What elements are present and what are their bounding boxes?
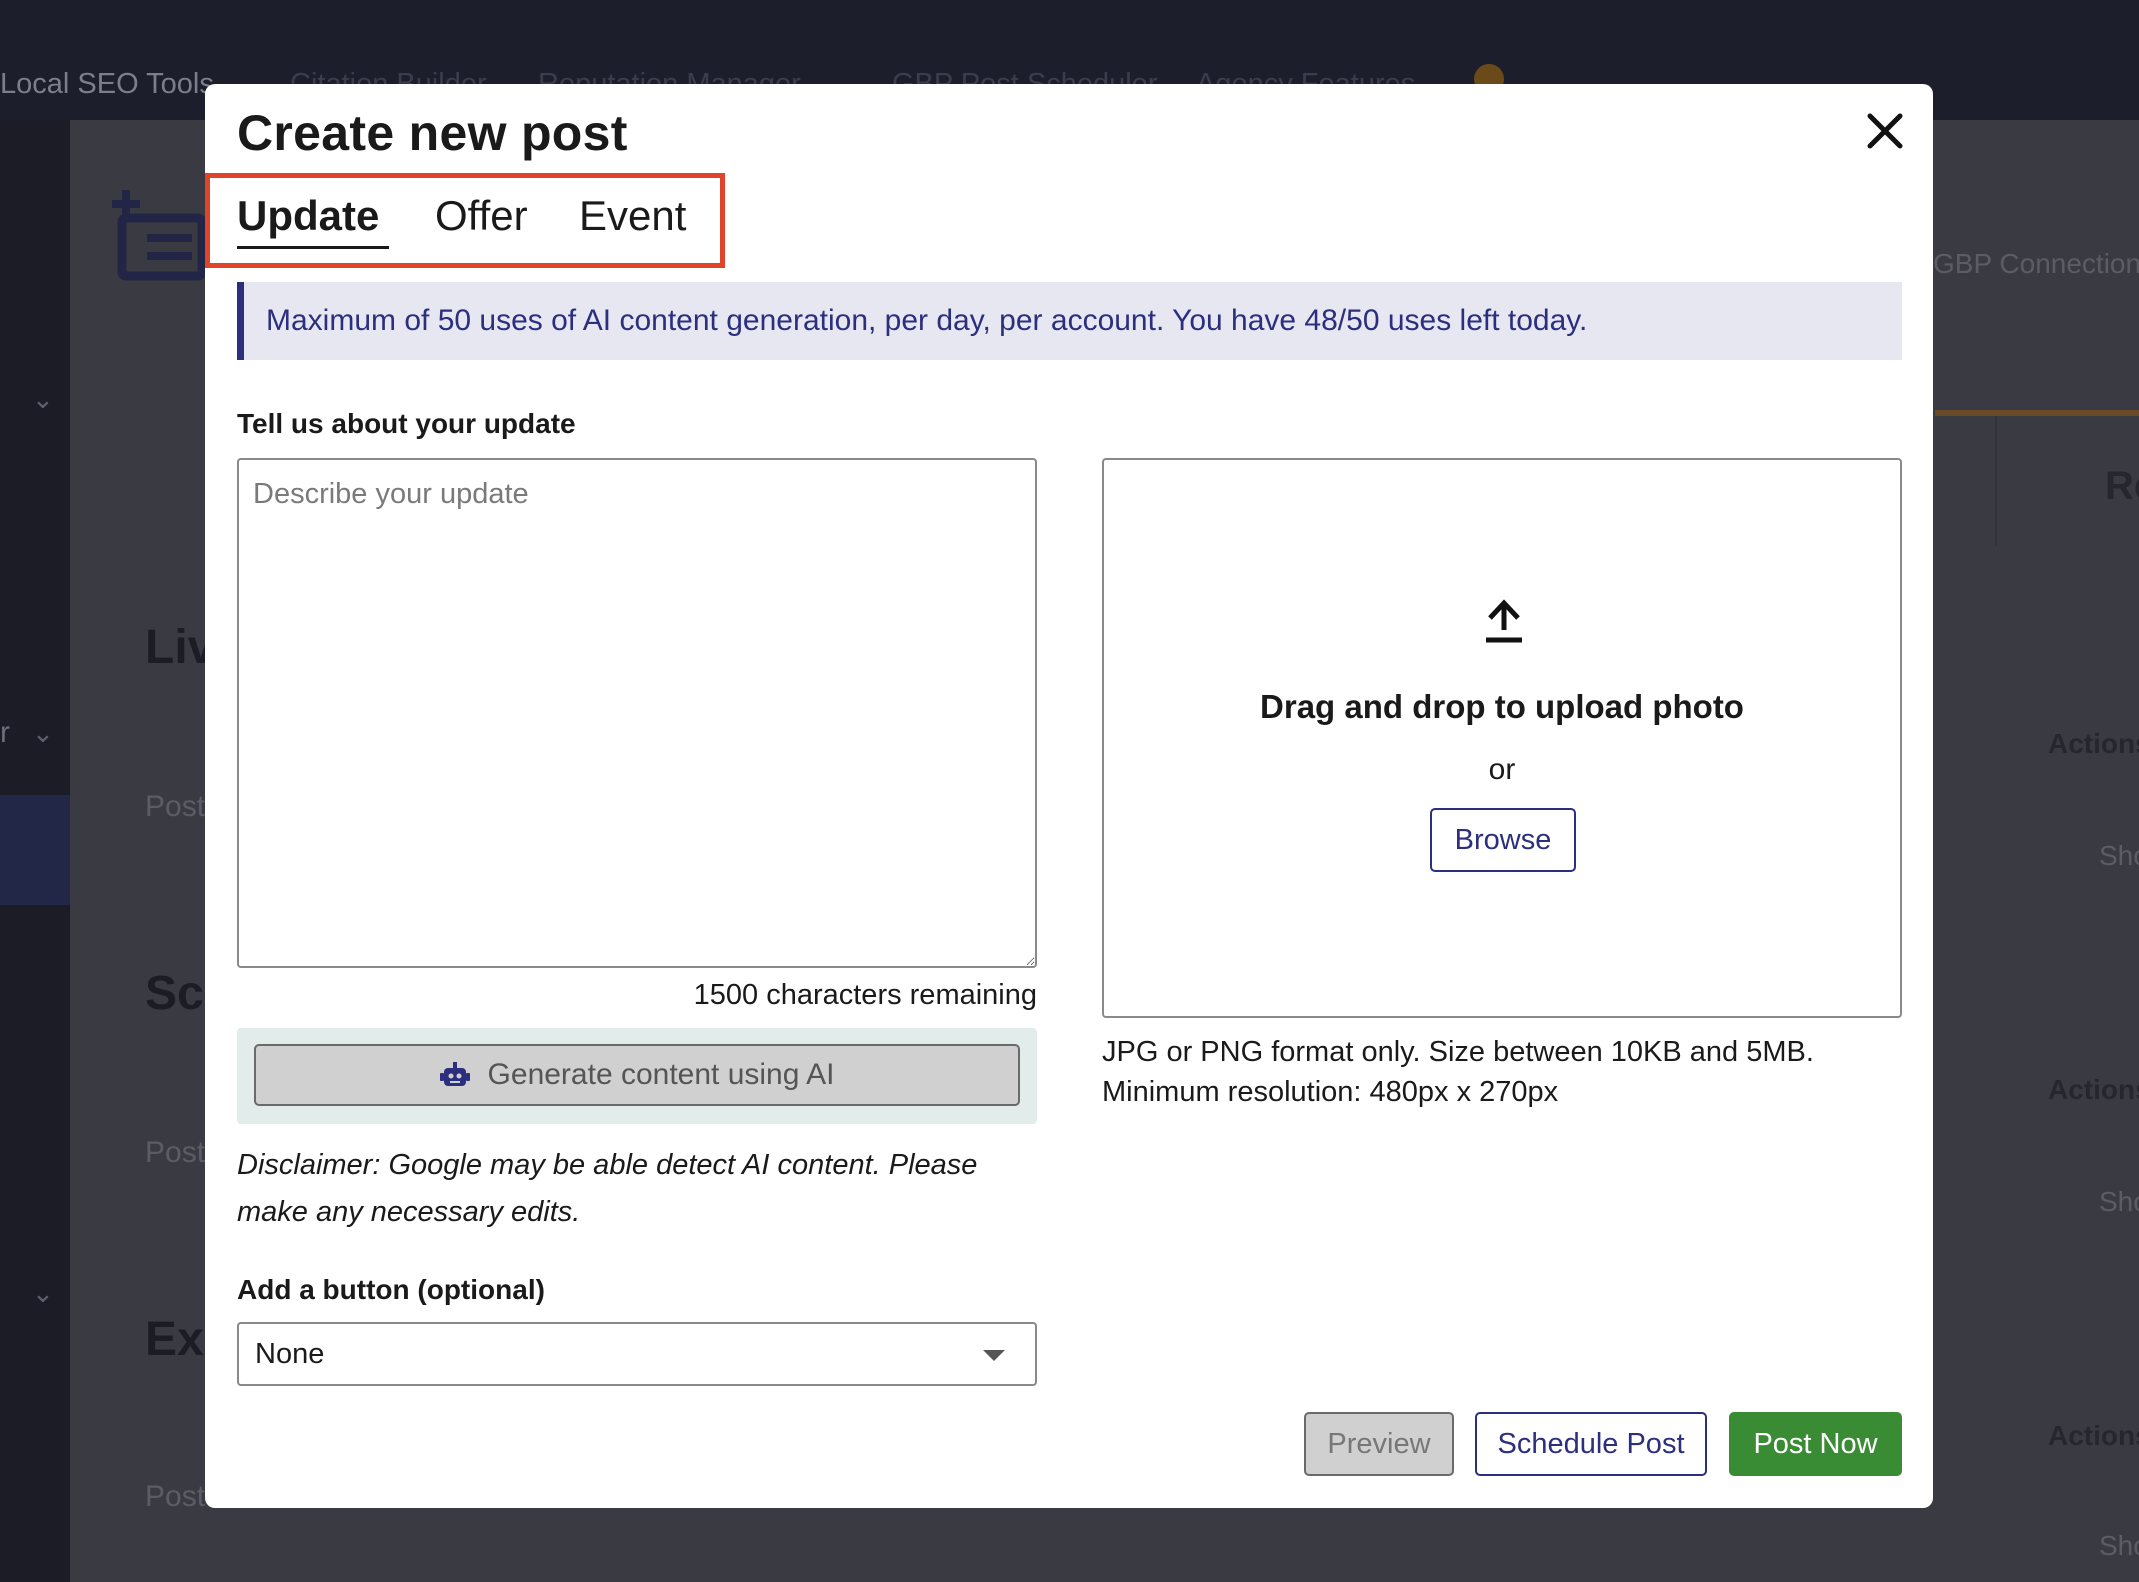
- tab-offer[interactable]: Offer: [435, 192, 528, 240]
- chevron-down-icon[interactable]: ⌄: [32, 384, 54, 415]
- photo-dropzone[interactable]: Drag and drop to upload photo or Browse: [1102, 458, 1902, 1018]
- section-heading: Sc: [145, 967, 204, 1020]
- robot-icon: [439, 1062, 470, 1086]
- section-subtext: Post: [145, 790, 206, 823]
- dropzone-or: or: [1488, 753, 1516, 786]
- schedule-post-button[interactable]: Schedule Post: [1475, 1412, 1707, 1476]
- caret-down-icon: [983, 1350, 1005, 1361]
- update-description-label: Tell us about your update: [237, 408, 576, 439]
- showing-label: Showi: [2099, 1186, 2139, 1217]
- generate-ai-content-label: Generate content using AI: [487, 1058, 835, 1091]
- active-tab-underline: [237, 246, 389, 249]
- actions-label: Actions: [2048, 1074, 2139, 1105]
- actions-label: Actions: [2048, 1420, 2139, 1451]
- button-type-select[interactable]: None: [237, 1322, 1037, 1386]
- browse-button[interactable]: Browse: [1430, 808, 1576, 872]
- section-heading: Ex: [145, 1313, 204, 1366]
- photo-requirements: JPG or PNG format only. Size between 10K…: [1102, 1032, 1902, 1112]
- section-heading: Liv: [145, 621, 215, 674]
- add-button-label: Add a button (optional): [237, 1274, 545, 1305]
- characters-remaining: 1500 characters remaining: [693, 979, 1037, 1011]
- sidebar-item-label: r: [0, 716, 10, 749]
- actions-label: Actions: [2048, 728, 2139, 759]
- dropzone-title: Drag and drop to upload photo: [1260, 688, 1744, 725]
- section-subtext: Post: [145, 1136, 206, 1169]
- section-subtext: Post: [145, 1480, 206, 1513]
- status-indicator-line: [1935, 410, 2139, 416]
- tab-update[interactable]: Update: [237, 192, 379, 240]
- photo-resolution-note: Minimum resolution: 480px x 270px: [1102, 1076, 1559, 1108]
- tab-event[interactable]: Event: [579, 192, 686, 240]
- photo-format-note: JPG or PNG format only. Size between 10K…: [1102, 1036, 1814, 1068]
- nav-link-local-seo-tools[interactable]: Local SEO Tools: [0, 68, 214, 101]
- post-list-icon: [112, 190, 207, 281]
- update-description-textarea[interactable]: [237, 458, 1037, 968]
- showing-label: Showi: [2099, 840, 2139, 871]
- gbp-connection-link[interactable]: GBP Connection: [1933, 248, 2139, 280]
- ai-disclaimer: Disclaimer: Google may be able detect AI…: [237, 1149, 978, 1228]
- preview-button[interactable]: Preview: [1304, 1412, 1454, 1476]
- post-now-button[interactable]: Post Now: [1729, 1412, 1902, 1476]
- ai-usage-banner: Maximum of 50 uses of AI content generat…: [237, 282, 1902, 360]
- chevron-down-icon[interactable]: ⌄: [32, 1278, 54, 1309]
- close-icon[interactable]: [1860, 106, 1910, 156]
- generate-ai-content-button[interactable]: Generate content using AI: [254, 1044, 1020, 1106]
- ai-generate-panel: Generate content using AI: [237, 1028, 1037, 1124]
- sidebar-active-item[interactable]: [0, 795, 70, 905]
- panel-heading: Re: [2105, 464, 2139, 508]
- chevron-down-icon[interactable]: ⌄: [32, 718, 54, 749]
- create-post-modal: Create new post Update Offer Event Maxim…: [205, 84, 1933, 1508]
- button-type-value: None: [255, 1337, 325, 1370]
- panel-divider: [1995, 416, 1997, 546]
- ai-usage-text: Maximum of 50 uses of AI content generat…: [266, 304, 1588, 337]
- upload-arrow-icon: [1486, 599, 1522, 643]
- showing-label: Showi: [2099, 1530, 2139, 1561]
- modal-title: Create new post: [237, 105, 628, 161]
